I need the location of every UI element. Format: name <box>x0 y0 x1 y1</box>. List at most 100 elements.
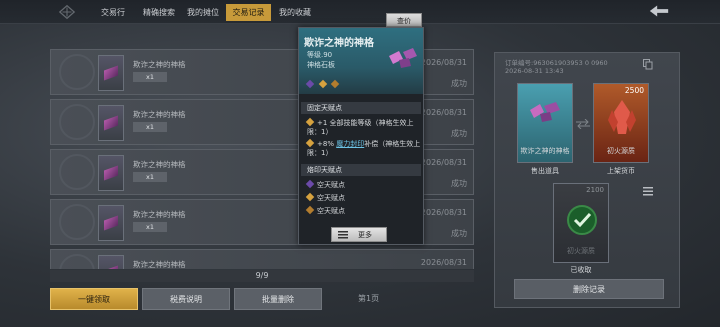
seal-talent-line: 空天赋点 <box>305 205 345 216</box>
gold-diamond-icon <box>305 117 315 127</box>
check-icon <box>567 205 597 235</box>
order-number: 订单编号:963061903953 0 0960 <box>505 59 608 67</box>
more-label: 更多 <box>358 231 372 239</box>
claim-all-button[interactable]: 一键领取 <box>50 288 138 310</box>
seal-talent-header: 烙印天赋点 <box>301 164 421 176</box>
seal-talent-line: 空天赋点 <box>305 192 345 203</box>
popup-item-kind: 神格石板 <box>307 61 335 69</box>
godhood-gem-icon <box>530 102 560 122</box>
godhood-gem-icon <box>104 165 118 181</box>
delete-record-button[interactable]: 删除记录 <box>514 279 664 299</box>
gold-diamond-icon <box>305 192 315 202</box>
sold-item-label: 售出道具 <box>531 167 559 175</box>
seal-talent-line: 空天赋点 <box>305 179 345 190</box>
check-price-button[interactable]: 查价 <box>386 13 422 27</box>
godhood-gem-icon <box>389 48 417 68</box>
bronze-diamond-icon <box>305 205 315 215</box>
received-amount: 2100 <box>586 186 604 194</box>
list-icon <box>338 231 348 239</box>
copy-icon[interactable] <box>643 59 653 70</box>
more-button[interactable]: 更多 <box>331 227 387 242</box>
item-name: 欺诈之神的神格 <box>133 260 186 269</box>
price-value: 2500 <box>624 86 644 95</box>
price-card[interactable]: 2500 初火源质 <box>593 83 649 163</box>
back-arrow-icon[interactable] <box>648 4 670 18</box>
trade-emblem-icon <box>58 4 76 20</box>
received-label: 已收取 <box>570 266 592 274</box>
table-row[interactable]: 欺诈之神的神格 x1 2026/08/31 成功 <box>50 249 474 269</box>
batch-delete-button[interactable]: 批量删除 <box>234 288 322 310</box>
top-nav-bar: 交易行 精确搜索 我的摊位 交易记录 我的收藏 <box>0 0 720 24</box>
fixed-talent-line-1: +1 全部技能等级（神格生效上限：1） <box>305 117 421 137</box>
menu-icon[interactable] <box>643 186 653 196</box>
record-status: 成功 <box>451 229 467 238</box>
purple-diamond-icon <box>305 179 315 189</box>
item-quantity: x1 <box>133 122 167 132</box>
record-status: 成功 <box>451 79 467 88</box>
record-date: 2026/08/31 <box>420 58 467 67</box>
tab-precise-search[interactable]: 精确搜索 <box>139 4 179 21</box>
popup-header: 欺诈之神的神格 等级.90 神格石板 <box>299 28 423 94</box>
tab-my-stall[interactable]: 我的摊位 <box>185 4 221 21</box>
socket-purple-icon <box>305 79 315 89</box>
record-date: 2026/08/31 <box>420 258 467 267</box>
sold-item-name: 欺诈之神的神格 <box>520 147 570 155</box>
seal-talent-text: 空天赋点 <box>317 194 345 202</box>
order-time: 2026-08-31 13:43 <box>505 67 564 75</box>
received-card[interactable]: 2100 初火源质 <box>553 183 609 263</box>
fixed-talent-line-2: +8% 魔力封印补偿（神格生效上限：1） <box>305 138 421 158</box>
item-tooltip-popup: 欺诈之神的神格 等级.90 神格石板 固定天赋点 +1 全部技能等级（神格生效上… <box>298 27 424 245</box>
godhood-gem-icon <box>104 115 118 131</box>
faded-seal-icon <box>59 254 95 269</box>
item-thumbnail <box>98 155 124 191</box>
record-detail-panel: 订单编号:963061903953 0 0960 2026-08-31 13:4… <box>494 52 680 308</box>
socket-gold-icon <box>318 79 327 89</box>
list-pager: 9/9 <box>50 270 474 282</box>
price-label: 上架货币 <box>607 167 635 175</box>
popup-item-title: 欺诈之神的神格 <box>304 38 374 49</box>
record-date: 2026/08/31 <box>420 208 467 217</box>
faded-seal-icon <box>59 54 95 90</box>
received-currency: 初火源质 <box>567 247 595 255</box>
tab-trade-records[interactable]: 交易记录 <box>226 4 271 21</box>
magic-seal-link[interactable]: 魔力封印 <box>336 140 364 148</box>
seal-talent-text: 空天赋点 <box>317 181 345 189</box>
faded-seal-icon <box>59 154 95 190</box>
item-thumbnail <box>98 105 124 141</box>
sold-item-card[interactable]: 欺诈之神的神格 <box>517 83 573 163</box>
item-thumbnail <box>98 255 124 269</box>
socket-row <box>305 79 342 89</box>
socket-bronze-icon <box>330 79 340 89</box>
record-status: 成功 <box>451 129 467 138</box>
item-thumbnail <box>98 55 124 91</box>
crystal-icon <box>608 100 636 134</box>
item-name: 欺诈之神的神格 <box>133 210 186 219</box>
item-thumbnail <box>98 205 124 241</box>
item-quantity: x1 <box>133 72 167 82</box>
exchange-arrows-icon <box>576 119 590 129</box>
item-name: 欺诈之神的神格 <box>133 60 186 69</box>
item-quantity: x1 <box>133 222 167 232</box>
price-currency: 初火源质 <box>607 147 635 155</box>
page-number: 第1页 <box>358 294 380 303</box>
fixed-talent-prefix: +8% <box>317 140 334 148</box>
faded-seal-icon <box>59 104 95 140</box>
fixed-talent-header: 固定天赋点 <box>301 102 421 114</box>
popup-item-level: 等级.90 <box>307 51 333 59</box>
fixed-talent-text-1: +1 全部技能等级（神格生效上限：1） <box>307 119 414 136</box>
gold-diamond-icon <box>305 138 315 148</box>
seal-talent-text: 空天赋点 <box>317 207 345 215</box>
item-name: 欺诈之神的神格 <box>133 110 186 119</box>
record-date: 2026/08/31 <box>420 108 467 117</box>
record-status: 成功 <box>451 179 467 188</box>
tab-trade-house[interactable]: 交易行 <box>98 4 128 21</box>
godhood-gem-icon <box>104 65 118 81</box>
tax-info-button[interactable]: 税费说明 <box>142 288 230 310</box>
godhood-gem-icon <box>104 265 118 269</box>
item-quantity: x1 <box>133 172 167 182</box>
order-info: 订单编号:963061903953 0 0960 2026-08-31 13:4… <box>505 59 608 75</box>
faded-seal-icon <box>59 204 95 240</box>
tab-my-favorites[interactable]: 我的收藏 <box>276 4 314 21</box>
record-date: 2026/08/31 <box>420 158 467 167</box>
item-name: 欺诈之神的神格 <box>133 160 186 169</box>
